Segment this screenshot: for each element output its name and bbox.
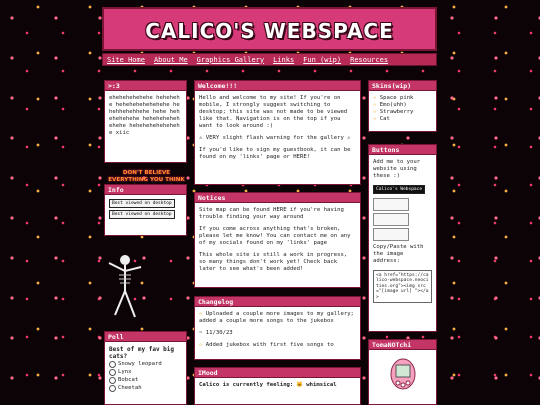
buttons-title: Buttons	[369, 145, 436, 155]
star-icon: ✩	[373, 102, 377, 108]
mood-label: Calico is currently feeling:	[199, 382, 294, 388]
notices-box: Notices Site map can be found HERE if yo…	[194, 192, 361, 288]
left-box-1-title: >:3	[105, 81, 186, 91]
nav-about-me[interactable]: About Me	[154, 56, 188, 64]
imood-box: IMood Calico is currently feeling: 🐱 whi…	[194, 367, 361, 405]
imood-title: IMood	[195, 368, 360, 378]
notices-title: Notices	[195, 193, 360, 203]
tamanotchi-box: TomaNOTchi	[368, 339, 437, 405]
buttons-text: Add me to your website using these :)	[373, 159, 421, 179]
wip-notice: This whole site is still a work in progr…	[199, 252, 348, 272]
nav-site-home[interactable]: Site Home	[107, 56, 145, 64]
nav-fun[interactable]: Fun (wip)	[303, 56, 341, 64]
copy-text: Copy/Paste with the image address:	[373, 244, 424, 264]
radio-icon[interactable]	[109, 361, 116, 368]
site-header: CALICO'S WEBSPACE	[102, 7, 437, 51]
skins-title: Skins(wip)	[369, 81, 436, 91]
site-button[interactable]: Calico's Webspace	[373, 185, 426, 194]
guestbook-text: If you'd like to sign my guestbook, it c…	[199, 147, 351, 160]
radio-icon[interactable]	[109, 377, 116, 384]
tamagotchi-icon[interactable]	[389, 356, 417, 390]
top-nav: Site Home About Me Graphics Gallery Link…	[102, 53, 437, 66]
left-box-1-text: ehehehehehehe hehehehe hehehehehehehehe …	[109, 95, 180, 136]
info-box: Info Best viewed on desktop Best viewed …	[104, 184, 187, 236]
skin-option[interactable]: ✩ Emo(uhh)	[373, 102, 432, 109]
nav-links[interactable]: Links	[273, 56, 294, 64]
changelog-box: Changelog ✩ Uploaded a couple more image…	[194, 296, 361, 360]
poll-box: Poll Best of my fav big cats? Snowy leop…	[104, 331, 187, 405]
best-viewed-badge-1: Best viewed on desktop	[109, 199, 175, 208]
nav-resources[interactable]: Resources	[350, 56, 388, 64]
star-icon: ✩	[199, 342, 203, 348]
poll-title: Poll	[105, 332, 186, 342]
star-icon: ✩	[373, 95, 377, 101]
skin-option[interactable]: ✩ Strawberry	[373, 109, 432, 116]
mood-face-icon: 🐱	[296, 382, 304, 388]
button-image-slot	[373, 213, 409, 226]
welcome-title: Welcome!!!	[195, 81, 360, 91]
changelog-title: Changelog	[195, 297, 360, 307]
page: { "site_title": "CALICO'S WEBSPACE", "na…	[0, 0, 540, 405]
poll-option[interactable]: Lynx	[109, 369, 182, 376]
mood-value: whimsical	[306, 382, 337, 388]
info-title: Info	[105, 185, 186, 195]
poll-question: Best of my fav big cats?	[109, 346, 175, 360]
welcome-text: Hello and welcome to my site! If you're …	[199, 95, 348, 129]
nav-graphics-gallery[interactable]: Graphics Gallery	[197, 56, 264, 64]
radio-icon[interactable]	[109, 369, 116, 376]
changelog-date: ~ 11/30/23	[199, 330, 233, 336]
star-icon: ✩	[373, 116, 377, 122]
sitemap-notice: Site map can be found HERE if you're hav…	[199, 207, 344, 220]
poll-option[interactable]: Cheetah	[109, 385, 182, 392]
changelog-item: ✩ Uploaded a couple more images to my ga…	[199, 311, 354, 324]
star-icon: ✩	[199, 311, 203, 317]
buttons-box: Buttons Add me to your website using the…	[368, 144, 437, 332]
dancing-skeleton-icon	[108, 255, 142, 318]
welcome-box: Welcome!!! Hello and welcome to my site!…	[194, 80, 361, 185]
radio-icon[interactable]	[109, 385, 116, 392]
star-icon: ✩	[373, 109, 377, 115]
broken-notice: If you come across anything that's broke…	[199, 226, 351, 246]
changelog-item: ✩ Added jukebox with first five songs to	[199, 342, 334, 348]
flash-warning: ⚠ VERY slight flash warning for the gall…	[199, 135, 351, 141]
poll-option[interactable]: Bobcat	[109, 377, 182, 384]
skins-box: Skins(wip) ✩ Space pink ✩ Emo(uhh) ✩ Str…	[368, 80, 437, 132]
site-title: CALICO'S WEBSPACE	[145, 19, 394, 43]
skin-option[interactable]: ✩ Cat	[373, 116, 432, 123]
skin-option[interactable]: ✩ Space pink	[373, 95, 432, 102]
button-image-slot	[373, 228, 409, 241]
best-viewed-badge-2: Best viewed on desktop	[109, 210, 175, 219]
left-box-1: >:3 ehehehehehehe hehehehe heheheheheheh…	[104, 80, 187, 163]
code-textbox[interactable]: <a href="https://calico-webspace.neociti…	[373, 270, 432, 304]
disclaimer-graphic: DON'T BELIEVE EVERYTHING YOU THINK	[108, 170, 185, 183]
poll-option[interactable]: Snowy leopard	[109, 361, 182, 368]
tamanotchi-title: TomaNOTchi	[369, 340, 436, 350]
button-image-slot	[373, 198, 409, 211]
